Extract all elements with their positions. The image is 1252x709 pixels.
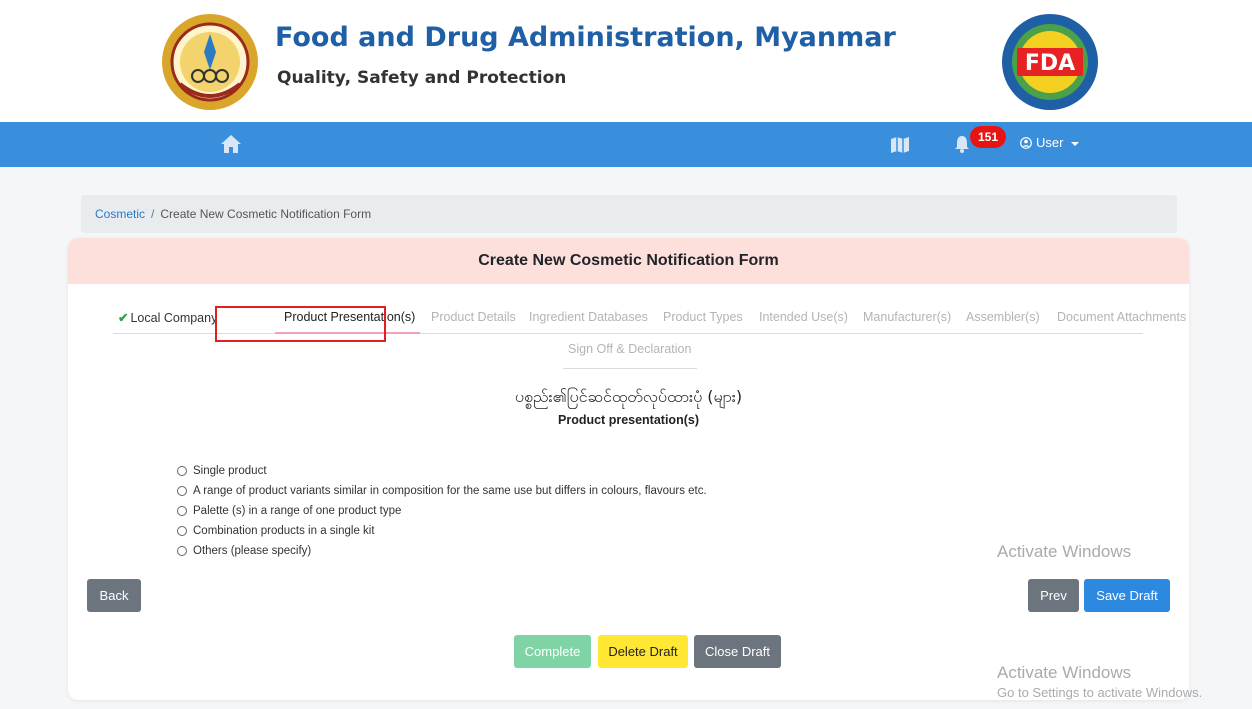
radio-button[interactable] — [177, 466, 187, 476]
tab-product-details[interactable]: Product Details — [431, 310, 516, 324]
notification-form-card: Create New Cosmetic Notification Form ✔ L… — [68, 238, 1189, 700]
site-header: Food and Drug Administration, Myanmar Qu… — [0, 0, 1252, 122]
user-circle-icon — [1020, 136, 1032, 149]
option-single-product[interactable]: Single product — [177, 461, 707, 481]
caret-down-icon — [1071, 141, 1080, 146]
site-title: Food and Drug Administration, Myanmar — [275, 22, 896, 53]
radio-button[interactable] — [177, 486, 187, 496]
option-palette[interactable]: Palette (s) in a range of one product ty… — [177, 501, 707, 521]
option-label: Palette (s) in a range of one product ty… — [193, 505, 402, 517]
tab-document-attachments[interactable]: Document Attachments — [1057, 310, 1186, 324]
tab-product-types[interactable]: Product Types — [663, 310, 743, 324]
activate-windows-watermark: Activate Windows — [997, 663, 1132, 682]
tab-local-company[interactable]: ✔ Local Company — [118, 310, 217, 325]
home-icon[interactable] — [220, 134, 242, 154]
option-label: A range of product variants similar in c… — [193, 485, 707, 497]
product-presentation-options: Single product A range of product varian… — [177, 461, 707, 561]
delete-draft-button[interactable]: Delete Draft — [598, 635, 688, 668]
form-step-tabs: ✔ Local Company Product Presentation(s) P… — [113, 304, 1186, 334]
option-label: Single product — [193, 465, 267, 477]
breadcrumb: Cosmetic / Create New Cosmetic Notificatio… — [81, 195, 1177, 233]
tab-product-presentation[interactable]: Product Presentation(s) — [284, 310, 415, 324]
site-tagline: Quality, Safety and Protection — [277, 68, 567, 88]
check-icon: ✔ — [118, 311, 129, 325]
fda-logo-text: FDA — [1025, 51, 1075, 76]
activate-windows-hint: Go to Settings to activate Windows. — [997, 685, 1203, 700]
radio-button[interactable] — [177, 506, 187, 516]
option-others[interactable]: Others (please specify) — [177, 541, 707, 561]
section-title-myanmar: ပစ္စည်း၏ပြင်ဆင်ထုတ်လုပ်ထားပုံ (များ) — [514, 387, 743, 406]
breadcrumb-link-cosmetic[interactable]: Cosmetic — [95, 207, 145, 221]
option-combination-kit[interactable]: Combination products in a single kit — [177, 521, 707, 541]
close-draft-button[interactable]: Close Draft — [694, 635, 781, 668]
user-menu-dropdown[interactable]: User — [1020, 135, 1080, 150]
bell-icon[interactable] — [955, 135, 969, 153]
breadcrumb-current: Create New Cosmetic Notification Form — [160, 207, 372, 221]
form-title: Create New Cosmetic Notification Form — [68, 238, 1189, 284]
save-draft-button[interactable]: Save Draft — [1084, 579, 1170, 612]
activate-windows-watermark: Activate Windows — [997, 542, 1132, 561]
tab-divider — [563, 368, 697, 369]
prev-button[interactable]: Prev — [1028, 579, 1079, 612]
notification-count-badge[interactable]: 151 — [970, 126, 1006, 148]
back-button[interactable]: Back — [87, 579, 141, 612]
complete-button[interactable]: Complete — [514, 635, 591, 668]
tab-manufacturers[interactable]: Manufacturer(s) — [863, 310, 951, 324]
breadcrumb-separator: / — [151, 207, 155, 221]
book-map-icon[interactable] — [890, 135, 910, 155]
radio-button[interactable] — [177, 546, 187, 556]
active-tab-indicator — [275, 332, 420, 334]
option-range-of-variants[interactable]: A range of product variants similar in c… — [177, 481, 707, 501]
tab-assemblers[interactable]: Assembler(s) — [966, 310, 1040, 324]
top-navbar: 151 User — [0, 122, 1252, 167]
radio-button[interactable] — [177, 526, 187, 536]
tab-sign-off-declaration[interactable]: Sign Off & Declaration — [568, 342, 691, 356]
option-label: Combination products in a single kit — [193, 525, 375, 537]
option-label: Others (please specify) — [193, 545, 312, 557]
tab-intended-use[interactable]: Intended Use(s) — [759, 310, 848, 324]
tab-ingredient-databases[interactable]: Ingredient Databases — [529, 310, 648, 324]
ministry-seal-icon — [160, 12, 260, 112]
tab-label: Local Company — [130, 311, 218, 325]
fda-seal-icon: FDA — [1000, 12, 1100, 112]
section-title-english: Product presentation(s) — [558, 413, 699, 427]
user-menu-label: User — [1036, 135, 1064, 150]
